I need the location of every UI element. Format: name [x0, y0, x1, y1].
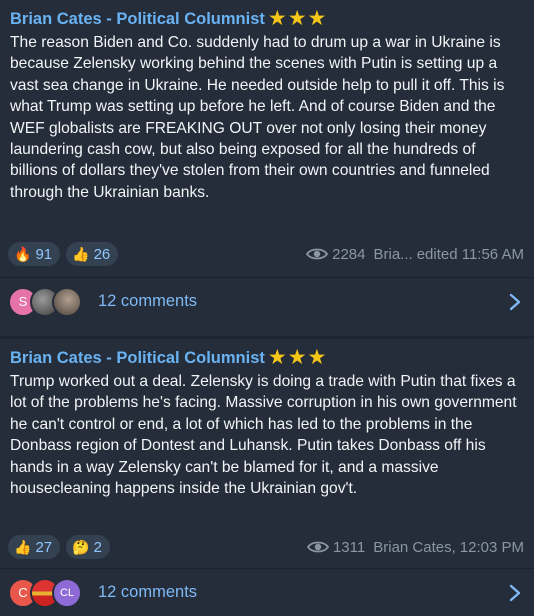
commenter-avatars: S	[8, 286, 92, 317]
view-count: 1311	[332, 538, 366, 556]
post-time: edited 11:56 AM	[416, 245, 524, 263]
fire-icon: 🔥	[14, 246, 32, 262]
comments-label: 12 comments	[98, 292, 198, 310]
reaction-count: 91	[35, 245, 53, 263]
chevron-right-icon	[509, 584, 521, 601]
view-count: 2284	[332, 245, 366, 263]
post-meta: 2284 Bria... edited 11:56 AM	[306, 246, 524, 263]
reaction-thinking[interactable]: 🤔 2	[66, 535, 110, 559]
thinking-face-icon: 🤔	[72, 539, 90, 555]
star-icon: ★★★	[267, 346, 328, 369]
star-badge: ★★★	[268, 8, 327, 30]
post-header: Brian Cates - Political Columnist ★★★	[10, 8, 327, 30]
post-header: Brian Cates - Political Columnist ★★★	[10, 347, 327, 369]
post-meta: 1311 Brian Cates, 12:03 PM	[306, 538, 524, 556]
post-text: The reason Biden and Co. suddenly had to…	[10, 34, 505, 201]
author-name[interactable]: Brian Cates - Political Columnist	[10, 10, 265, 29]
author-name[interactable]: Brian Cates - Political Columnist	[10, 349, 265, 368]
comments-button[interactable]: C CL 12 comments	[0, 568, 534, 616]
star-badge: ★★★	[268, 347, 327, 369]
reaction-thumbs-up[interactable]: 👍 27	[8, 535, 61, 559]
post-footer: 🔥 91 👍 26 2284 Bria... edited 11:56 AM	[8, 242, 524, 266]
post-footer: 👍 27 🤔 2 1311 Brian Cates, 12:03 PM	[8, 535, 524, 559]
post-signature: Brian Cates,	[373, 538, 456, 556]
channel-post: Brian Cates - Political Columnist ★★★ Th…	[0, 0, 534, 336]
thumbs-up-icon: 👍	[14, 539, 32, 555]
eye-icon	[306, 541, 329, 553]
reaction-thumbs-up[interactable]: 👍 26	[66, 242, 119, 266]
star-icon: ★★★	[267, 7, 328, 30]
reaction-count: 27	[35, 538, 53, 556]
comments-label: 12 comments	[98, 583, 198, 601]
commenter-avatars: C CL	[8, 577, 92, 608]
thumbs-up-icon: 👍	[72, 246, 90, 262]
comments-button[interactable]: S 12 comments	[0, 277, 534, 325]
reaction-fire[interactable]: 🔥 91	[8, 242, 61, 266]
post-signature: Bria...	[373, 245, 413, 263]
avatar	[52, 286, 82, 317]
post-text: Trump worked out a deal. Zelensky is doi…	[10, 373, 517, 498]
avatar: CL	[52, 577, 82, 608]
channel-post: Brian Cates - Political Columnist ★★★ Tr…	[0, 339, 534, 616]
reaction-count: 26	[93, 245, 111, 263]
post-time: 12:03 PM	[459, 538, 524, 556]
chevron-right-icon	[509, 293, 521, 310]
eye-icon	[306, 248, 329, 260]
reaction-count: 2	[93, 538, 102, 556]
